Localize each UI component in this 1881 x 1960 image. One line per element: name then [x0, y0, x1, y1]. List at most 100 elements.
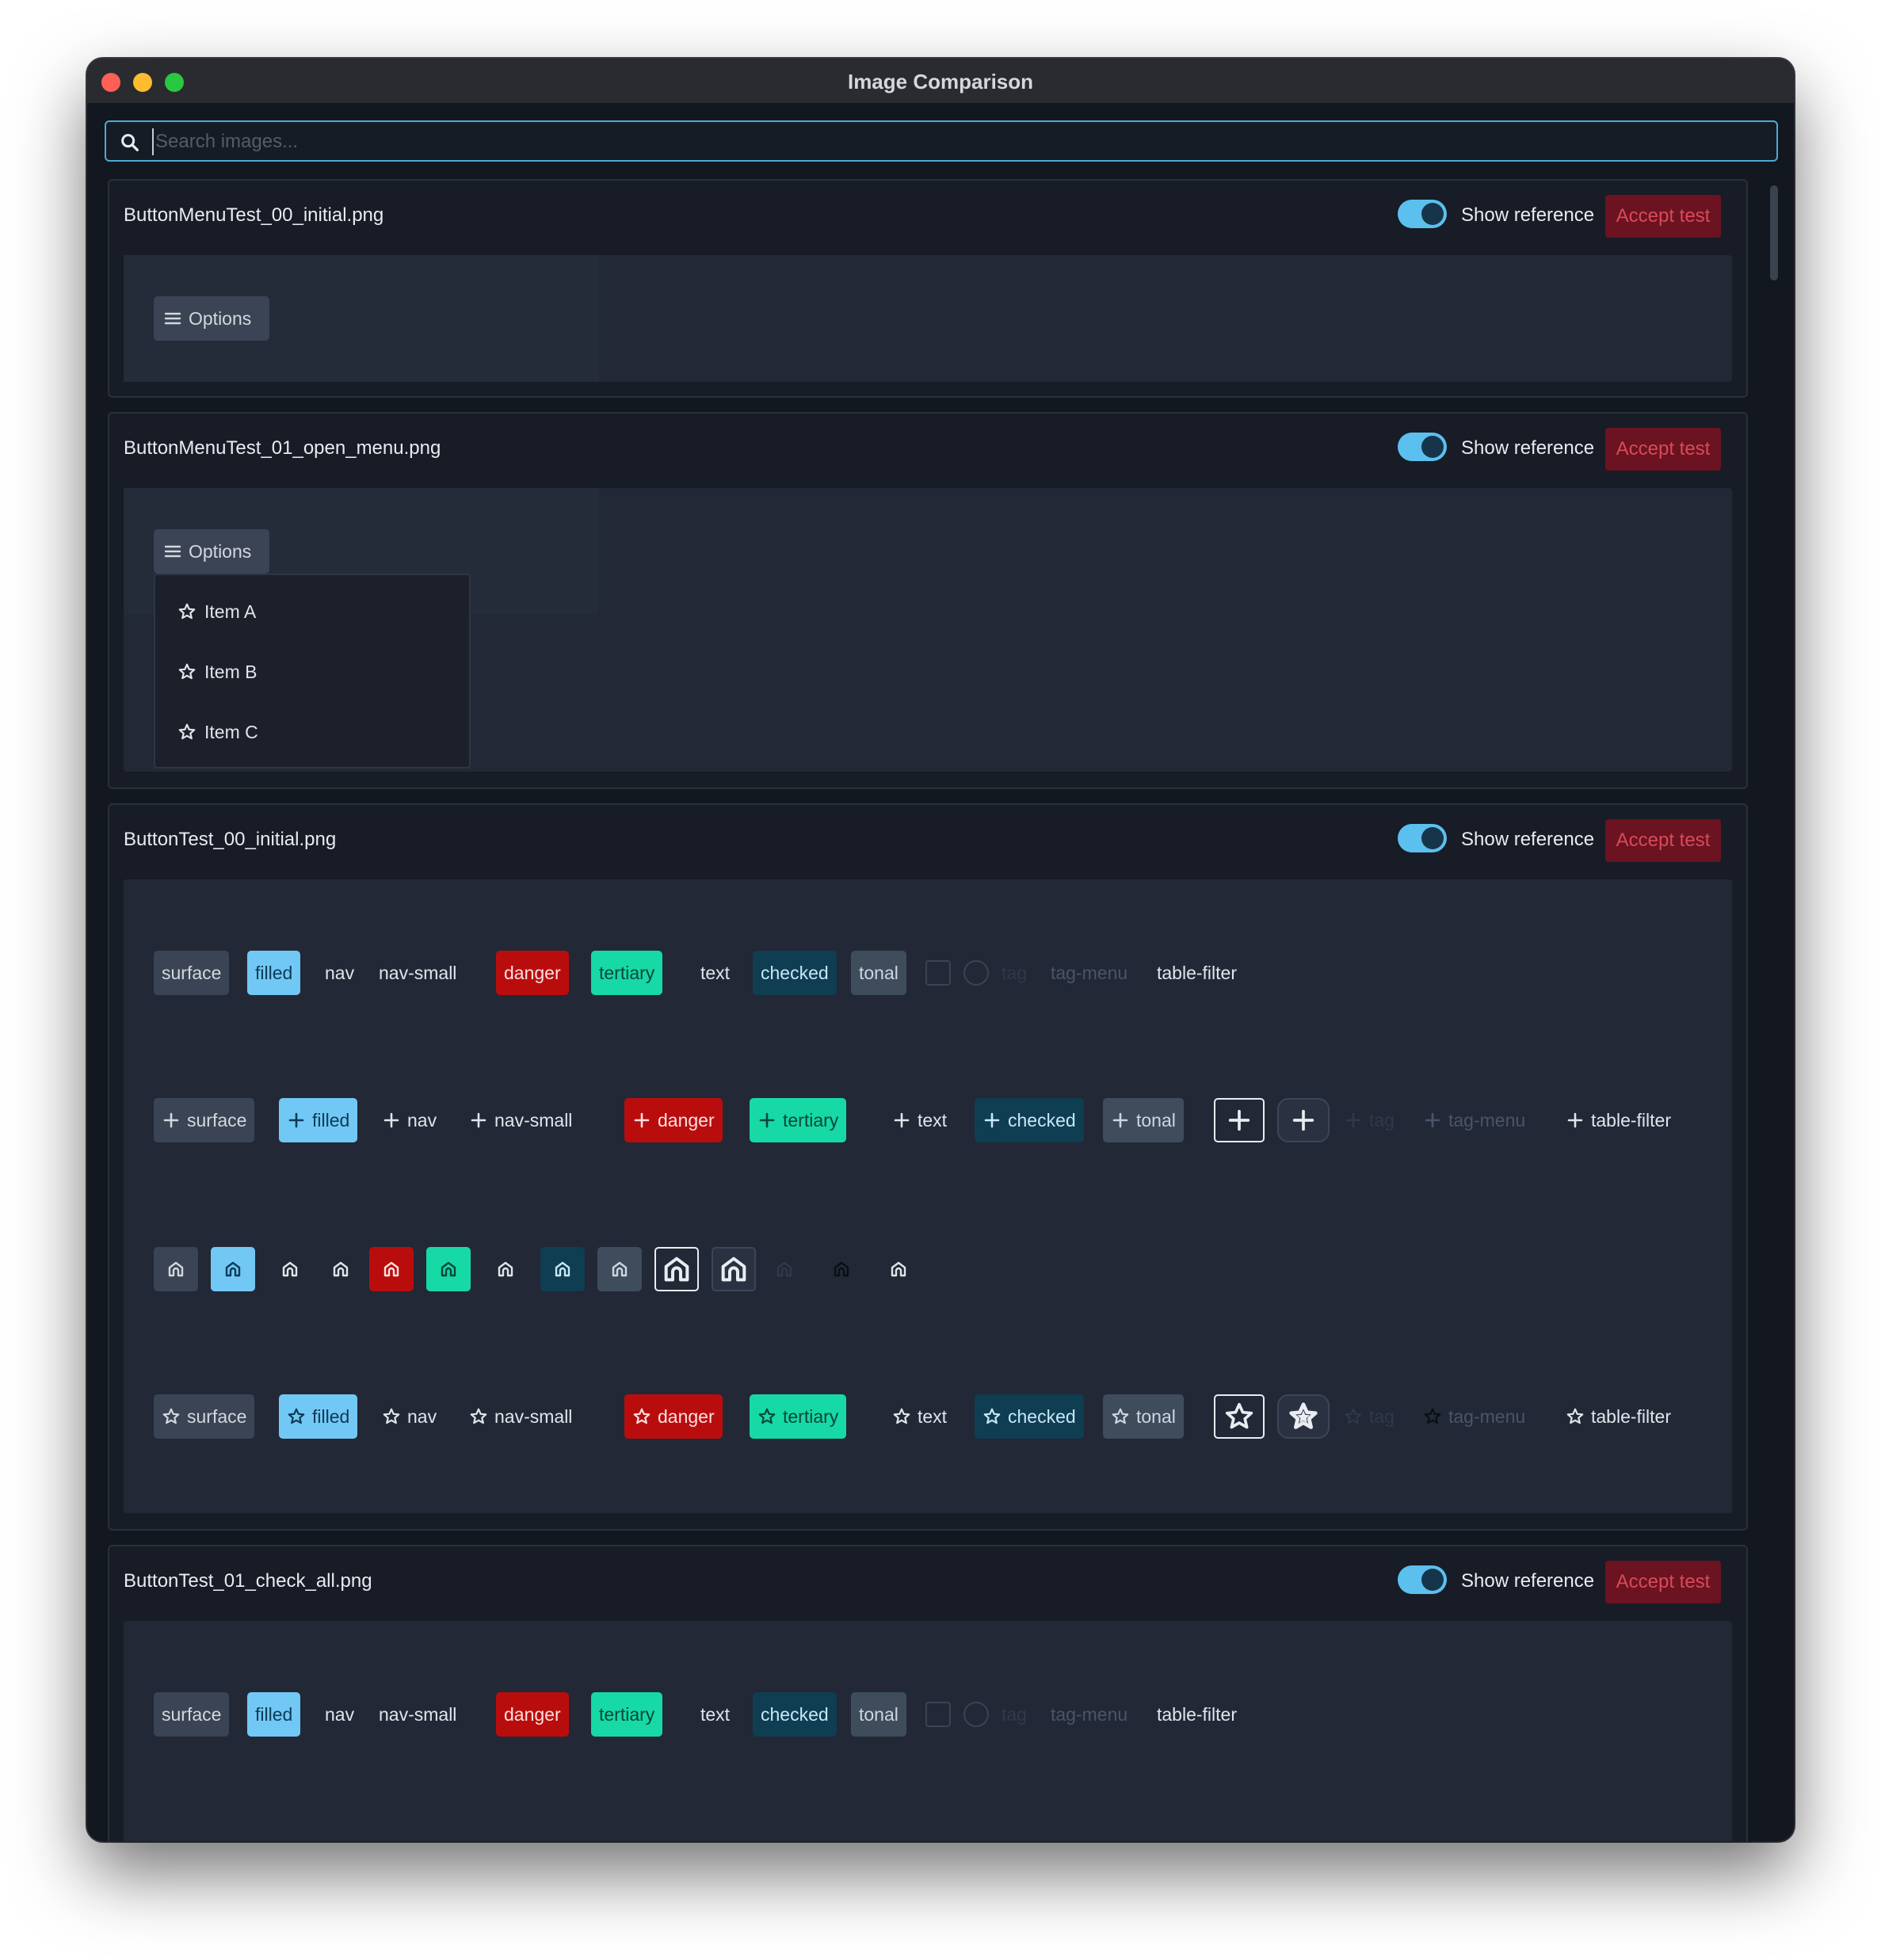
- tonal-icon-button[interactable]: [597, 1247, 642, 1291]
- tertiary-button[interactable]: tertiary: [750, 1394, 847, 1439]
- tonal-button[interactable]: tonal: [851, 1692, 906, 1737]
- tag-button[interactable]: tag: [1336, 1098, 1402, 1142]
- tertiary-icon-button[interactable]: [426, 1247, 471, 1291]
- nav-small-button[interactable]: nav-small: [461, 1394, 580, 1439]
- accept-test-button[interactable]: Accept test: [1605, 819, 1721, 862]
- tertiary-button[interactable]: tertiary: [750, 1098, 847, 1142]
- menu-item-c[interactable]: Item C: [177, 716, 258, 748]
- checked-button[interactable]: checked: [753, 951, 837, 995]
- nav-button[interactable]: nav: [374, 1394, 444, 1439]
- house-icon: [382, 1260, 401, 1279]
- icon-outline-button[interactable]: [1214, 1394, 1265, 1439]
- show-reference-toggle[interactable]: [1398, 1565, 1447, 1594]
- checked-button[interactable]: checked: [975, 1394, 1084, 1439]
- text-button[interactable]: text: [692, 951, 738, 995]
- accept-test-button[interactable]: Accept test: [1605, 195, 1721, 238]
- search-input[interactable]: [152, 128, 1737, 155]
- menu-item-a[interactable]: Item A: [177, 596, 256, 627]
- tag-menu-button[interactable]: tag-menu: [1415, 1394, 1533, 1439]
- tertiary-button[interactable]: tertiary: [591, 1692, 663, 1737]
- screenshot-preview: Options: [124, 255, 1732, 382]
- comparison-card: ButtonTest_01_check_all.png Show referen…: [108, 1545, 1748, 1841]
- table-filter-button[interactable]: table-filter: [1558, 1394, 1679, 1439]
- checked-button[interactable]: checked: [975, 1098, 1084, 1142]
- nav-small-button[interactable]: nav-small: [461, 1098, 580, 1142]
- checkbox[interactable]: [925, 960, 951, 986]
- table-filter-icon-button[interactable]: [876, 1247, 921, 1291]
- table-filter-button[interactable]: table-filter: [1558, 1098, 1679, 1142]
- tag-button[interactable]: tag: [1336, 1394, 1402, 1439]
- surface-button[interactable]: surface: [154, 951, 230, 995]
- table-filter-button[interactable]: table-filter: [1149, 1692, 1245, 1737]
- text-icon-button[interactable]: [483, 1247, 528, 1291]
- comparison-list[interactable]: ButtonMenuTest_00_initial.png Show refer…: [105, 179, 1778, 1841]
- filled-button[interactable]: filled: [279, 1394, 358, 1439]
- nav-button[interactable]: nav: [317, 951, 362, 995]
- filled-button[interactable]: filled: [279, 1098, 358, 1142]
- tonal-button[interactable]: tonal: [1103, 1098, 1184, 1142]
- table-filter-button[interactable]: table-filter: [1149, 951, 1245, 995]
- nav-button[interactable]: nav: [374, 1098, 444, 1142]
- filled-button[interactable]: filled: [247, 1692, 301, 1737]
- tag-button[interactable]: tag: [994, 951, 1035, 995]
- tag-icon-button[interactable]: [762, 1247, 807, 1291]
- screenshot-preview: Options Item A Item B Item C: [124, 488, 1732, 772]
- text-button[interactable]: text: [884, 1098, 955, 1142]
- checked-icon-button[interactable]: [540, 1247, 585, 1291]
- danger-button[interactable]: danger: [624, 1394, 723, 1439]
- filled-icon-button[interactable]: [211, 1247, 255, 1291]
- tag-menu-button[interactable]: tag-menu: [1043, 1692, 1135, 1737]
- tag-button[interactable]: tag: [994, 1692, 1035, 1737]
- icon-round-button[interactable]: [1277, 1098, 1330, 1142]
- search-bar[interactable]: [105, 120, 1778, 162]
- nav-icon-button[interactable]: [268, 1247, 312, 1291]
- nav-small-button[interactable]: nav-small: [371, 951, 464, 995]
- plus-icon: [892, 1111, 911, 1130]
- text-button[interactable]: text: [692, 1692, 738, 1737]
- card-filename: ButtonTest_01_check_all.png: [124, 1570, 372, 1592]
- radio-button[interactable]: [963, 1702, 989, 1727]
- radio-button[interactable]: [963, 960, 989, 986]
- show-reference-toggle[interactable]: [1398, 200, 1447, 228]
- accept-test-button[interactable]: Accept test: [1605, 1561, 1721, 1603]
- comparison-card: ButtonMenuTest_01_open_menu.png Show ref…: [108, 412, 1748, 789]
- nav-button[interactable]: nav: [317, 1692, 362, 1737]
- screenshot-preview: surface filled nav nav-small danger tert…: [124, 1621, 1732, 1841]
- surface-button[interactable]: surface: [154, 1394, 255, 1439]
- plus-icon: [1290, 1107, 1317, 1134]
- surface-button[interactable]: surface: [154, 1692, 230, 1737]
- star-icon: [1111, 1407, 1130, 1426]
- tag-menu-icon-button[interactable]: [819, 1247, 864, 1291]
- surface-icon-button[interactable]: [154, 1247, 198, 1291]
- options-button[interactable]: Options: [154, 296, 269, 341]
- checkbox[interactable]: [925, 1702, 951, 1727]
- plus-icon: [1344, 1111, 1363, 1130]
- tonal-button[interactable]: tonal: [851, 951, 906, 995]
- tertiary-button[interactable]: tertiary: [591, 951, 663, 995]
- danger-button[interactable]: danger: [624, 1098, 723, 1142]
- nav-small-icon-button[interactable]: [319, 1247, 363, 1291]
- danger-icon-button[interactable]: [369, 1247, 414, 1291]
- tag-menu-button[interactable]: tag-menu: [1415, 1098, 1533, 1142]
- icon-outline-button[interactable]: [1214, 1098, 1265, 1142]
- options-button[interactable]: Options: [154, 529, 269, 574]
- round-icon-button[interactable]: [712, 1247, 756, 1291]
- text-button[interactable]: text: [884, 1394, 955, 1439]
- danger-button[interactable]: danger: [496, 951, 569, 995]
- danger-button[interactable]: danger: [496, 1692, 569, 1737]
- show-reference-toggle[interactable]: [1398, 433, 1447, 461]
- show-reference-toggle[interactable]: [1398, 824, 1447, 852]
- filled-button[interactable]: filled: [247, 951, 301, 995]
- surface-button[interactable]: surface: [154, 1098, 255, 1142]
- tag-menu-button[interactable]: tag-menu: [1043, 951, 1135, 995]
- tonal-button[interactable]: tonal: [1103, 1394, 1184, 1439]
- screenshot-preview: surface filled nav nav-small danger tert…: [124, 879, 1732, 1513]
- nav-small-button[interactable]: nav-small: [371, 1692, 464, 1737]
- icon-round-button[interactable]: [1277, 1394, 1330, 1439]
- outline-icon-button[interactable]: [654, 1247, 699, 1291]
- accept-test-button[interactable]: Accept test: [1605, 428, 1721, 471]
- menu-item-b[interactable]: Item B: [177, 656, 257, 688]
- checked-button[interactable]: checked: [753, 1692, 837, 1737]
- scrollbar-thumb[interactable]: [1770, 185, 1778, 280]
- hamburger-icon: [163, 542, 182, 561]
